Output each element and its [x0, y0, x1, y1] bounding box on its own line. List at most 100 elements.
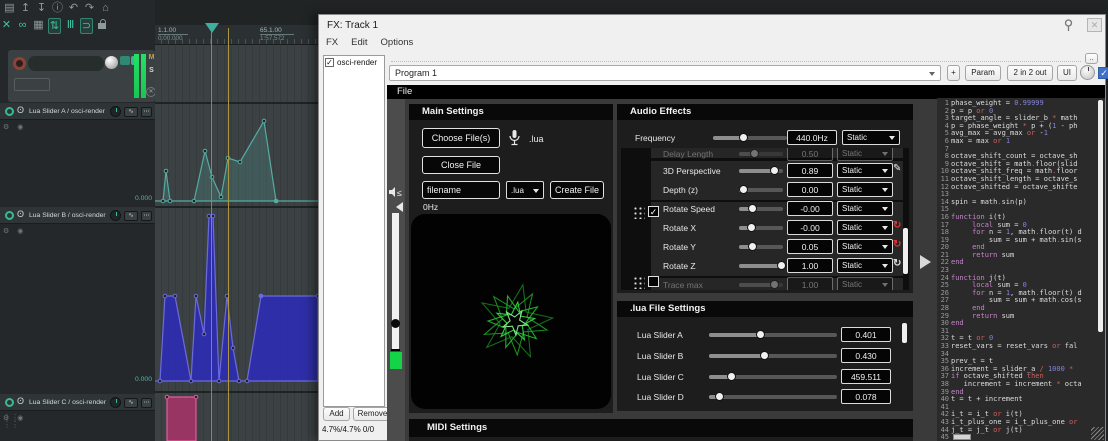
code-line[interactable]: 44j_t = j_t or j(t): [938, 427, 1096, 435]
fx-enable-button[interactable]: [120, 56, 130, 65]
io-button[interactable]: 2 in 2 out: [1007, 65, 1053, 81]
pan-knob[interactable]: [105, 56, 118, 69]
code-line[interactable]: 14spin = math.sin(p): [938, 199, 1096, 207]
envelope-shape-button[interactable]: ∿: [124, 107, 138, 117]
add-fx-button[interactable]: Add: [323, 407, 350, 421]
undo-icon[interactable]: ↶: [67, 1, 80, 15]
envelope-point[interactable]: [165, 395, 169, 399]
pencil-icon[interactable]: ✎: [893, 163, 901, 174]
menu-item-fx[interactable]: FX: [326, 37, 338, 48]
envelope-shape-button[interactable]: ∿: [124, 398, 138, 408]
more-button[interactable]: ..: [1085, 53, 1098, 64]
delay-length-slider[interactable]: [739, 152, 783, 156]
envelope-point[interactable]: [173, 294, 177, 298]
fx-comment-field[interactable]: [391, 61, 1081, 62]
envelope-options-button[interactable]: ⋯: [141, 211, 152, 221]
timeline-ruler[interactable]: 1.1.000:00.00065.1.001:57.572: [155, 25, 318, 45]
delay-length-mode-dropdown[interactable]: Static: [837, 148, 893, 161]
close-file-button[interactable]: Close File: [422, 156, 500, 174]
rotate-x-slider[interactable]: [739, 226, 783, 230]
lua-slider-b-slider[interactable]: [709, 354, 837, 358]
animate-icon[interactable]: ↻: [893, 258, 901, 269]
code-line[interactable]: 22end: [938, 259, 1096, 267]
code-line[interactable]: 40t = t + increment: [938, 396, 1096, 404]
track-name-field[interactable]: [28, 56, 104, 71]
frequency-mode-dropdown[interactable]: Static: [842, 130, 900, 145]
envelope-lane-path[interactable]: [167, 397, 196, 441]
save-project-icon[interactable]: ↧: [35, 1, 48, 15]
envelope-point[interactable]: [203, 149, 207, 153]
animate-icon[interactable]: ↻: [893, 239, 901, 250]
envelope-mode-icon[interactable]: ⇅: [48, 18, 61, 34]
envelope-lane-header[interactable]: ʘLua Slider A / osci-render∿⋯: [0, 103, 155, 120]
drag-handle[interactable]: [633, 276, 645, 289]
lua-slider-b-value[interactable]: 0.430: [841, 348, 891, 363]
delay-length-value[interactable]: 0.50: [787, 148, 833, 161]
envelope-point[interactable]: [202, 332, 206, 336]
3d-perspective-slider[interactable]: [739, 169, 783, 173]
lua-slider-d-slider[interactable]: [709, 395, 837, 399]
envelope-point[interactable]: [158, 379, 162, 383]
depth-z-value[interactable]: 0.00: [787, 182, 833, 197]
lua-slider-a-slider-thumb[interactable]: [756, 330, 765, 339]
rotate-x-mode-dropdown[interactable]: Static: [837, 220, 893, 235]
code-line[interactable]: 45: [938, 434, 1096, 441]
envelope-shape-button[interactable]: ∿: [124, 211, 138, 221]
resize-grip[interactable]: [1091, 427, 1104, 440]
choose-files-button[interactable]: Choose File(s): [422, 128, 500, 148]
lock-icon[interactable]: [98, 23, 106, 29]
rotate-z-slider[interactable]: [739, 264, 783, 268]
envelope-target-icon[interactable]: [5, 107, 14, 116]
rotate-z-slider-thumb[interactable]: [777, 261, 786, 270]
project-settings-icon[interactable]: ⓘ: [51, 1, 64, 15]
envelope-lane-header[interactable]: ʘLua Slider B / osci-render∿⋯: [0, 207, 155, 224]
create-file-button[interactable]: Create File: [550, 181, 604, 199]
envelope-value-knob[interactable]: [110, 210, 121, 221]
envelope-point[interactable]: [237, 379, 241, 383]
play-cursor[interactable]: [211, 31, 212, 441]
media-explorer-icon[interactable]: ▦: [32, 18, 45, 34]
panel-resize-handle[interactable]: ⋮⋮⋮⋮: [3, 414, 19, 428]
envelope-point[interactable]: [245, 379, 249, 383]
lua-slider-c-slider[interactable]: [709, 375, 837, 379]
rotate-y-mode-dropdown[interactable]: Static: [837, 239, 893, 254]
lua-slider-d-slider-thumb[interactable]: [715, 392, 724, 401]
grid-icon[interactable]: Ⅲ: [64, 18, 77, 34]
lua-slider-c-slider-thumb[interactable]: [727, 372, 736, 381]
rotate-speed-slider[interactable]: [739, 207, 783, 211]
scrollbar-thumb[interactable]: [903, 228, 908, 274]
rotate-z-mode-dropdown[interactable]: Static: [837, 258, 893, 273]
frequency-slider[interactable]: [713, 136, 787, 140]
lua-slider-d-value[interactable]: 0.078: [841, 389, 891, 404]
fx-chain-item[interactable]: ✓osci-render: [324, 56, 384, 69]
lane-mini-icons[interactable]: ⚙ ◉: [3, 123, 26, 131]
rotate-y-slider[interactable]: [739, 245, 783, 249]
code-scrollbar-thumb[interactable]: [1098, 100, 1103, 332]
envelope-options-button[interactable]: ⋯: [141, 107, 152, 117]
rotate-speed-mode-dropdown[interactable]: Static: [837, 201, 893, 216]
redo-icon[interactable]: ↷: [83, 1, 96, 15]
power-icon[interactable]: ʘ: [17, 209, 24, 219]
effect-enable-checkbox[interactable]: [648, 276, 659, 287]
envelope-target-icon[interactable]: [5, 211, 14, 220]
envelope-point[interactable]: [238, 160, 242, 164]
envelope-lane-header[interactable]: ʘLua Slider C / osci-render∿⋯: [0, 394, 155, 411]
effect-enable-checkbox[interactable]: ✓: [648, 206, 659, 217]
depth-z-mode-dropdown[interactable]: Static: [837, 182, 893, 197]
fx-bypass-checkbox[interactable]: ✓: [325, 58, 334, 67]
code-line[interactable]: 33reset_vars = reset_vars or fal: [938, 343, 1096, 351]
filename-input[interactable]: filename: [422, 181, 500, 199]
rotate-x-value[interactable]: -0.00: [787, 220, 833, 235]
depth-z-slider[interactable]: [739, 188, 783, 192]
code-editor[interactable]: 1phase_weight = 0.999992p = p or 03targe…: [937, 98, 1105, 441]
envelope-target-icon[interactable]: [5, 398, 14, 407]
power-icon[interactable]: ʘ: [17, 105, 24, 115]
wet-knob[interactable]: [1080, 65, 1095, 80]
envelope-point[interactable]: [217, 379, 221, 383]
new-project-icon[interactable]: ▤: [3, 1, 16, 15]
lua-slider-a-slider[interactable]: [709, 333, 837, 337]
file-menu[interactable]: File: [397, 86, 412, 97]
lua-slider-a-value[interactable]: 0.401: [841, 327, 891, 342]
frequency-marker-icon[interactable]: [396, 202, 403, 212]
envelope-point[interactable]: [259, 294, 264, 299]
